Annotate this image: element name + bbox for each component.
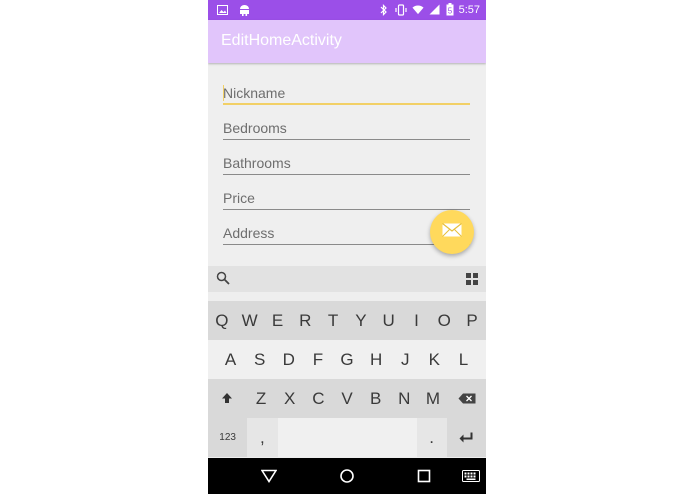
key-k[interactable]: K (420, 340, 449, 379)
clock: 5:57 (458, 3, 480, 16)
key-q[interactable]: Q (208, 301, 236, 340)
wifi-icon (412, 3, 424, 16)
key-r[interactable]: R (291, 301, 319, 340)
app-title: EditHomeActivity (221, 32, 342, 49)
phone-screen: 5 5:57 EditHomeActivity Nickname Bedroom… (208, 0, 486, 494)
key-o[interactable]: O (430, 301, 458, 340)
home-icon[interactable] (338, 467, 356, 485)
key-x[interactable]: X (275, 379, 304, 418)
key-f[interactable]: F (303, 340, 332, 379)
nickname-input[interactable] (223, 71, 470, 104)
comma-key[interactable]: , (247, 418, 278, 457)
text-cursor (223, 85, 224, 101)
vibrate-icon (394, 3, 407, 16)
battery-level: 5 (447, 7, 452, 16)
shift-icon (221, 389, 233, 409)
bedrooms-field[interactable] (223, 106, 470, 140)
key-g[interactable]: G (332, 340, 361, 379)
keyboard-row-1: Q W E R T Y U I O P (208, 301, 486, 340)
key-h[interactable]: H (362, 340, 391, 379)
key-d[interactable]: D (274, 340, 303, 379)
period-key[interactable]: . (416, 418, 447, 457)
key-l[interactable]: L (449, 340, 478, 379)
key-y[interactable]: Y (347, 301, 375, 340)
bluetooth-icon (378, 3, 390, 16)
status-bar: 5 5:57 (208, 0, 486, 20)
space-bar[interactable] (277, 418, 417, 457)
key-c[interactable]: C (304, 379, 333, 418)
key-m[interactable]: M (419, 379, 448, 418)
key-v[interactable]: V (333, 379, 362, 418)
key-i[interactable]: I (403, 301, 431, 340)
key-a[interactable]: A (216, 340, 245, 379)
navigation-bar (208, 458, 486, 494)
key-e[interactable]: E (264, 301, 292, 340)
image-icon (216, 3, 228, 16)
mail-icon (442, 222, 462, 242)
app-bar: EditHomeActivity (208, 20, 486, 63)
bedrooms-input[interactable] (223, 106, 470, 139)
apps-grid-icon[interactable] (466, 272, 478, 290)
bathrooms-underline (223, 174, 470, 175)
bathrooms-field[interactable] (223, 141, 470, 175)
android-icon (238, 3, 250, 16)
key-u[interactable]: U (375, 301, 403, 340)
keyboard-row-3: Z X C V B N M (208, 379, 486, 418)
key-b[interactable]: B (361, 379, 390, 418)
search-icon[interactable] (216, 271, 230, 290)
shift-key[interactable] (208, 379, 247, 418)
keyboard-switch-icon[interactable] (461, 467, 481, 485)
backspace-key[interactable] (447, 379, 486, 418)
price-input[interactable] (223, 176, 470, 209)
bathrooms-input[interactable] (223, 141, 470, 174)
bedrooms-underline (223, 139, 470, 140)
send-mail-fab[interactable] (430, 210, 474, 254)
price-underline (223, 209, 470, 210)
battery-icon: 5 (446, 3, 454, 16)
price-field[interactable] (223, 176, 470, 210)
key-w[interactable]: W (236, 301, 264, 340)
key-z[interactable]: Z (247, 379, 276, 418)
enter-key[interactable] (446, 418, 486, 457)
key-s[interactable]: S (245, 340, 274, 379)
key-j[interactable]: J (391, 340, 420, 379)
signal-icon (429, 3, 441, 16)
key-n[interactable]: N (390, 379, 419, 418)
symbols-key[interactable]: 123 (208, 418, 248, 457)
nickname-underline (223, 103, 470, 105)
enter-icon (459, 428, 473, 448)
backspace-icon (458, 389, 476, 409)
recent-apps-icon[interactable] (415, 467, 433, 485)
key-t[interactable]: T (319, 301, 347, 340)
keyboard-row-4: 123 , . (208, 418, 486, 457)
keyboard-toolbar (208, 266, 486, 292)
nickname-field[interactable] (223, 71, 470, 105)
key-p[interactable]: P (458, 301, 486, 340)
soft-keyboard: Q W E R T Y U I O P A S D F G H J K L Z … (208, 266, 486, 458)
keyboard-row-2: A S D F G H J K L (208, 340, 486, 379)
back-icon[interactable] (260, 467, 278, 485)
